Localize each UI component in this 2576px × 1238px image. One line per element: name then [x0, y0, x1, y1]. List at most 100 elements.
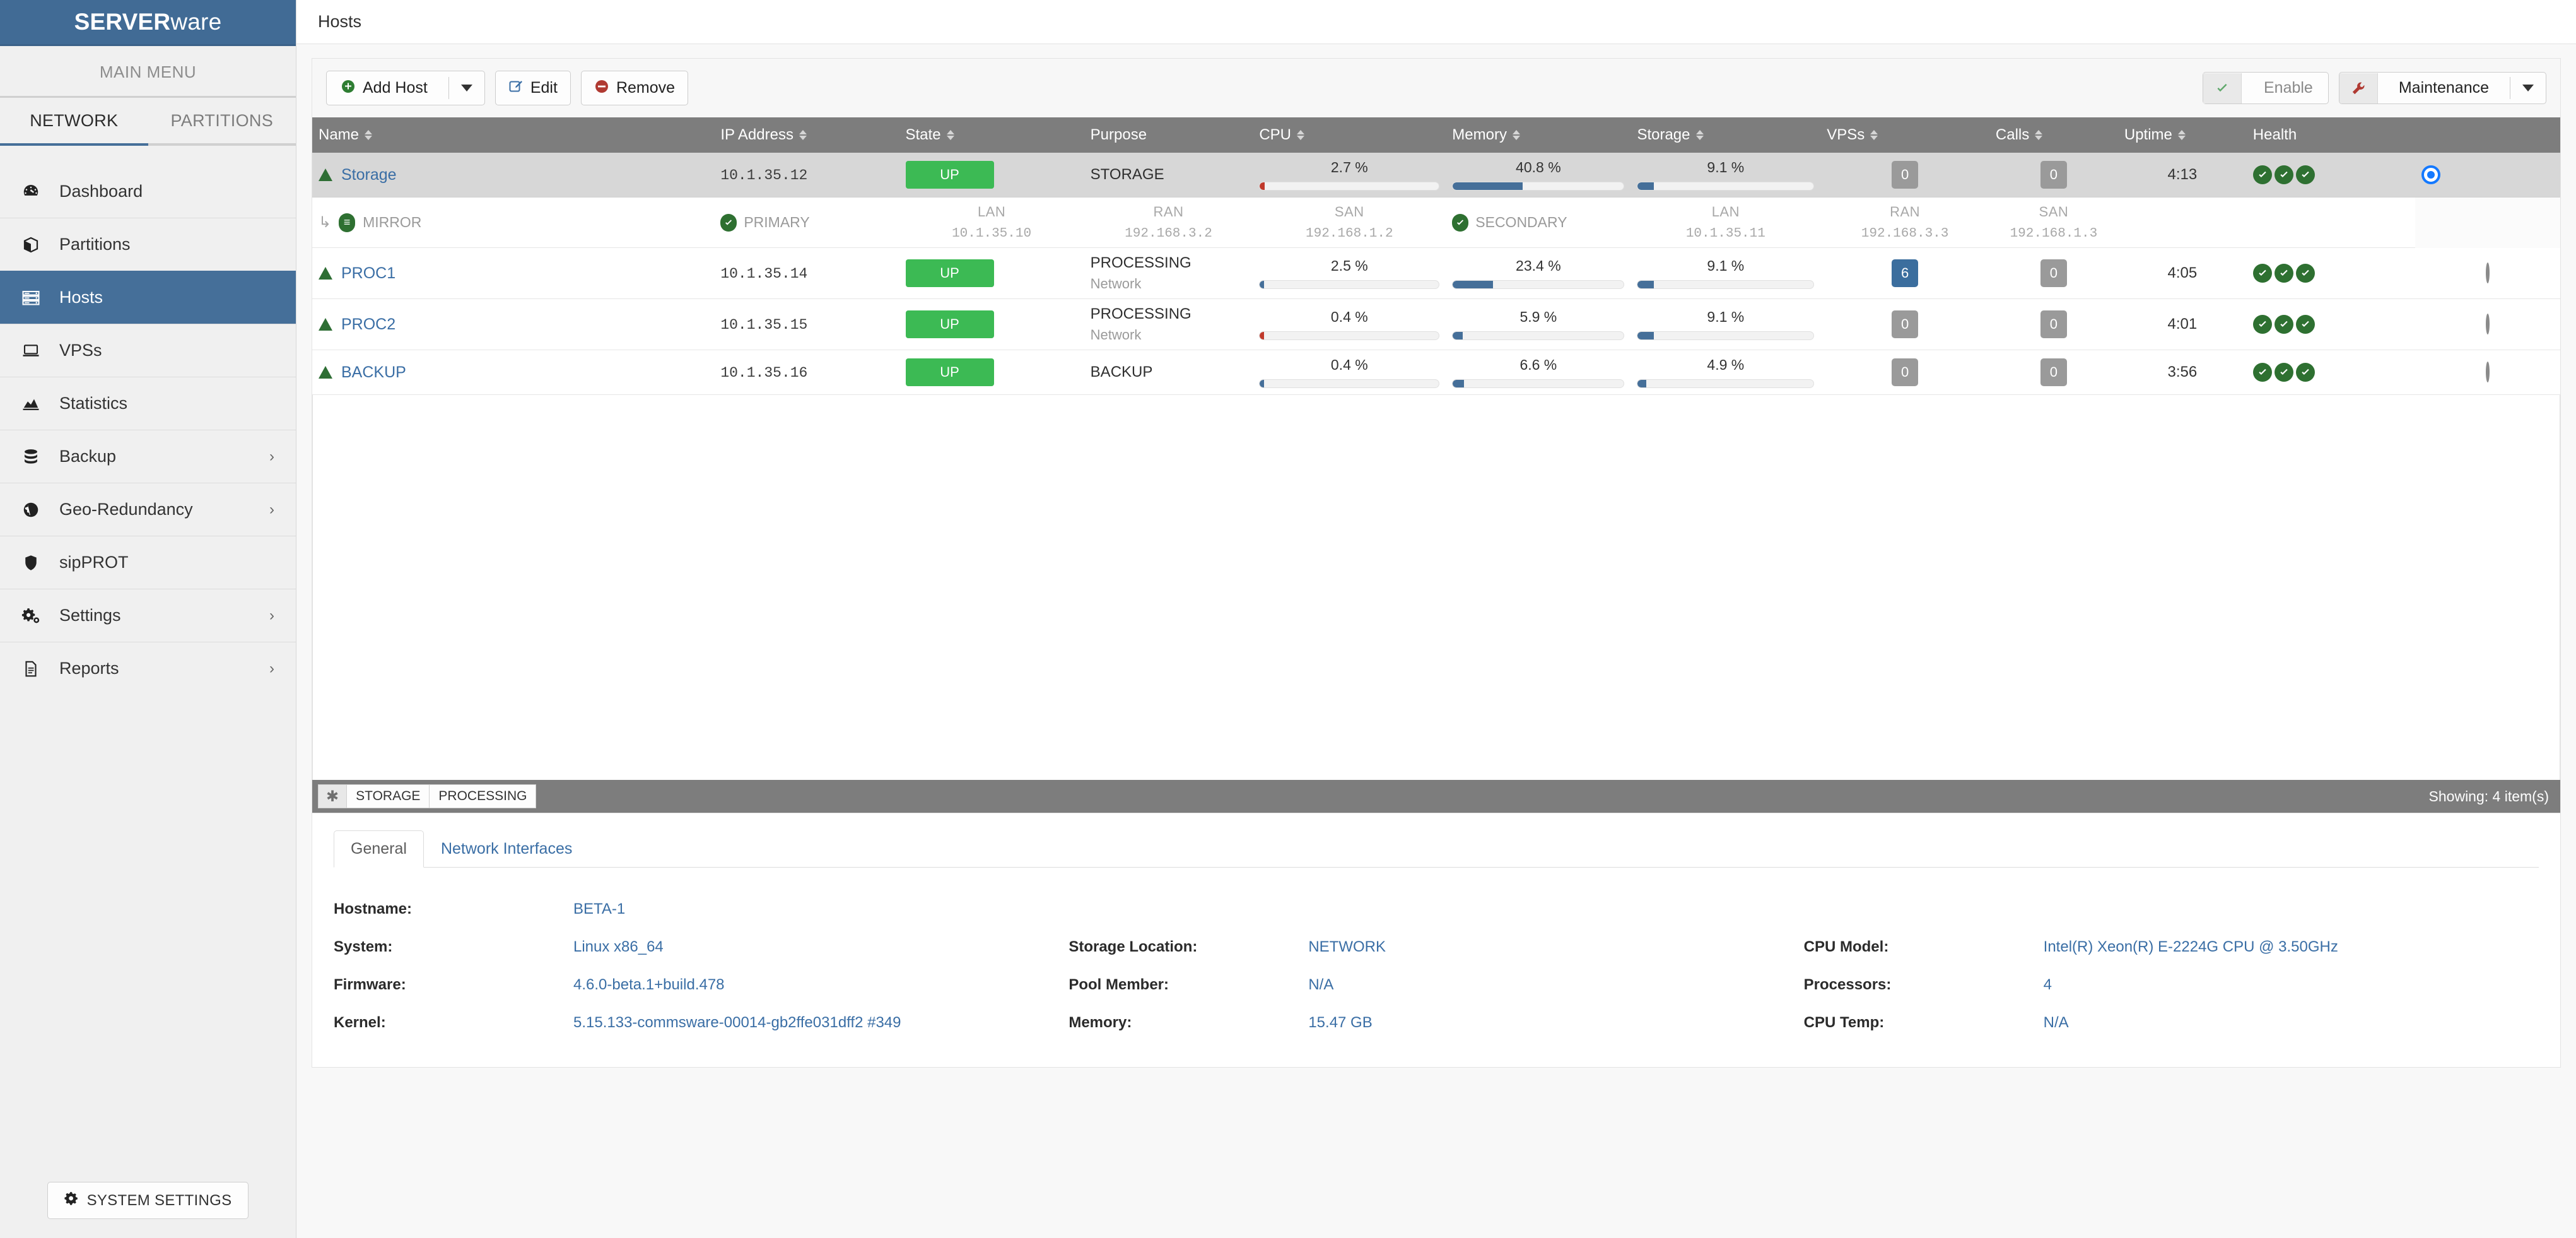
- cell-purpose: PROCESSING Network: [1084, 298, 1253, 350]
- sort-icon[interactable]: [799, 130, 807, 140]
- sort-icon[interactable]: [2177, 130, 2186, 140]
- cell-mirror-role: SECONDARY: [1446, 197, 1631, 248]
- row-radio[interactable]: [2486, 262, 2490, 283]
- field-value[interactable]: 4: [2044, 976, 2052, 994]
- chip-storage[interactable]: STORAGE: [346, 784, 430, 808]
- sort-icon[interactable]: [1512, 130, 1520, 140]
- field-value[interactable]: NETWORK: [1308, 938, 1386, 956]
- col-label: CPU: [1259, 126, 1292, 143]
- row-radio[interactable]: [2486, 362, 2490, 382]
- table-row[interactable]: PROC2 10.1.35.15 UP PROCESSING Network 0.4 % 5…: [312, 298, 2560, 350]
- sort-icon[interactable]: [946, 130, 954, 140]
- sidebar-item-hosts[interactable]: Hosts: [0, 271, 296, 324]
- col-ip-address[interactable]: IP Address: [714, 117, 899, 153]
- add-host-dropdown-toggle[interactable]: [448, 77, 484, 99]
- sidebar-item-label: Hosts: [59, 288, 103, 307]
- col-uptime[interactable]: Uptime: [2117, 117, 2247, 153]
- tab-network-interfaces[interactable]: Network Interfaces: [424, 830, 589, 868]
- hosts-table: Name IP Address State Purpose CPU Memory…: [312, 117, 2560, 395]
- host-name-link[interactable]: PROC1: [341, 264, 395, 283]
- host-name-link[interactable]: BACKUP: [341, 363, 406, 382]
- sidebar-item-backup[interactable]: Backup ›: [0, 430, 296, 483]
- col-purpose[interactable]: Purpose: [1084, 117, 1253, 153]
- sidebar-tab-partitions[interactable]: PARTITIONS: [148, 98, 296, 143]
- cell-memory: 6.6 %: [1446, 350, 1631, 395]
- mirror-role-label: SECONDARY: [1475, 214, 1567, 230]
- cell-mirror-role: PRIMARY: [714, 197, 899, 248]
- sidebar-item-reports[interactable]: Reports ›: [0, 642, 296, 695]
- row-radio-selected[interactable]: [2421, 165, 2441, 184]
- enable-button[interactable]: Enable: [2202, 72, 2329, 104]
- maintenance-button[interactable]: Maintenance: [2338, 72, 2546, 104]
- state-badge: UP: [905, 259, 994, 287]
- col-label: Memory: [1452, 126, 1507, 143]
- maintenance-dropdown-toggle[interactable]: [2510, 77, 2546, 99]
- col-storage[interactable]: Storage: [1630, 117, 1821, 153]
- calls-count-badge: 0: [2040, 161, 2067, 189]
- sidebar-tab-network[interactable]: NETWORK: [0, 98, 148, 143]
- maintenance-label-seg[interactable]: Maintenance: [2385, 73, 2503, 103]
- sidebar-item-dashboard[interactable]: Dashboard: [0, 165, 296, 218]
- health-ok-icon: [2274, 264, 2293, 283]
- cell-state: UP: [899, 153, 1084, 197]
- field-value[interactable]: N/A: [1308, 976, 1333, 994]
- field-value[interactable]: N/A: [2044, 1014, 2069, 1032]
- sidebar-item-vpss[interactable]: VPSs: [0, 324, 296, 377]
- tab-general[interactable]: General: [334, 830, 424, 868]
- system-settings-button[interactable]: SYSTEM SETTINGS: [47, 1182, 249, 1219]
- col-vpss[interactable]: VPSs: [1820, 117, 1989, 153]
- document-icon: [21, 659, 49, 678]
- metric-value: 23.4 %: [1516, 257, 1561, 274]
- health-indicators: [2252, 264, 2409, 283]
- mirror-network-name: SAN: [1334, 204, 1364, 220]
- shield-icon: [21, 553, 49, 572]
- metric-bar: [1259, 182, 1440, 191]
- cell-cpu: 2.5 %: [1253, 247, 1446, 299]
- metric-bar: [1259, 379, 1440, 388]
- add-host-main[interactable]: Add Host: [327, 71, 442, 105]
- col-calls[interactable]: Calls: [1989, 117, 2118, 153]
- field-value[interactable]: BETA-1: [573, 900, 625, 918]
- remove-button[interactable]: Remove: [580, 71, 689, 105]
- field-value[interactable]: Linux x86_64: [573, 938, 664, 956]
- col-cpu[interactable]: CPU: [1253, 117, 1446, 153]
- table-row[interactable]: PROC1 10.1.35.14 UP PROCESSING Network 2.5 % 2…: [312, 247, 2560, 299]
- field-value[interactable]: Intel(R) Xeon(R) E-2224G CPU @ 3.50GHz: [2044, 938, 2338, 956]
- cell-vpss: 0: [1820, 298, 1989, 350]
- metric-bar: [1452, 331, 1625, 340]
- sort-icon[interactable]: [2035, 130, 2043, 140]
- cell-mirror-net-lan: LAN 10.1.35.11: [1630, 197, 1821, 248]
- table-row[interactable]: Storage 10.1.35.12 UP STORAGE 2.7 % 40.8 % 9.1…: [312, 153, 2560, 197]
- sidebar-item-sipprot[interactable]: sipPROT: [0, 536, 296, 589]
- sidebar-item-statistics[interactable]: Statistics: [0, 377, 296, 430]
- sort-icon[interactable]: [1297, 130, 1305, 140]
- edit-button[interactable]: Edit: [495, 71, 571, 105]
- sort-icon[interactable]: [1695, 130, 1704, 140]
- add-host-button[interactable]: Add Host: [326, 71, 485, 105]
- system-settings-container: SYSTEM SETTINGS: [0, 1182, 296, 1219]
- mirror-row[interactable]: ↳ ≡ MIRROR PRIMARY LAN 10.1.35.10 RAN 192.168.3…: [312, 197, 2560, 248]
- row-radio[interactable]: [2486, 314, 2490, 334]
- field-value[interactable]: 15.47 GB: [1308, 1014, 1372, 1032]
- sort-icon[interactable]: [1870, 130, 1878, 140]
- col-memory[interactable]: Memory: [1446, 117, 1631, 153]
- table-row[interactable]: BACKUP 10.1.35.16 UP BACKUP 0.4 % 6.6 % 4.9 % 0…: [312, 350, 2560, 395]
- sidebar-item-geo-redundancy[interactable]: Geo-Redundancy ›: [0, 483, 296, 536]
- col-name[interactable]: Name: [312, 117, 715, 153]
- asterisk-filter-chip[interactable]: ✱: [318, 784, 348, 808]
- sidebar-item-label: sipPROT: [59, 553, 129, 572]
- field-value[interactable]: 4.6.0-beta.1+build.478: [573, 976, 725, 994]
- field-value[interactable]: 5.15.133-commsware-00014-gb2ffe031dff2 #…: [573, 1014, 901, 1032]
- status-triangle-icon: [319, 168, 332, 181]
- toolbar-left-group: Add Host Edit Remove: [326, 71, 689, 105]
- chip-processing[interactable]: PROCESSING: [429, 784, 537, 808]
- col-state[interactable]: State: [899, 117, 1084, 153]
- host-name-link[interactable]: Storage: [341, 166, 397, 184]
- sidebar-item-settings[interactable]: Settings ›: [0, 589, 296, 642]
- role-ok-icon: [1452, 213, 1469, 232]
- sidebar-item-partitions[interactable]: Partitions: [0, 218, 296, 271]
- cell-name: PROC2: [312, 298, 715, 350]
- cell-name: Storage: [312, 153, 715, 197]
- sort-icon[interactable]: [365, 130, 373, 140]
- host-name-link[interactable]: PROC2: [341, 315, 395, 334]
